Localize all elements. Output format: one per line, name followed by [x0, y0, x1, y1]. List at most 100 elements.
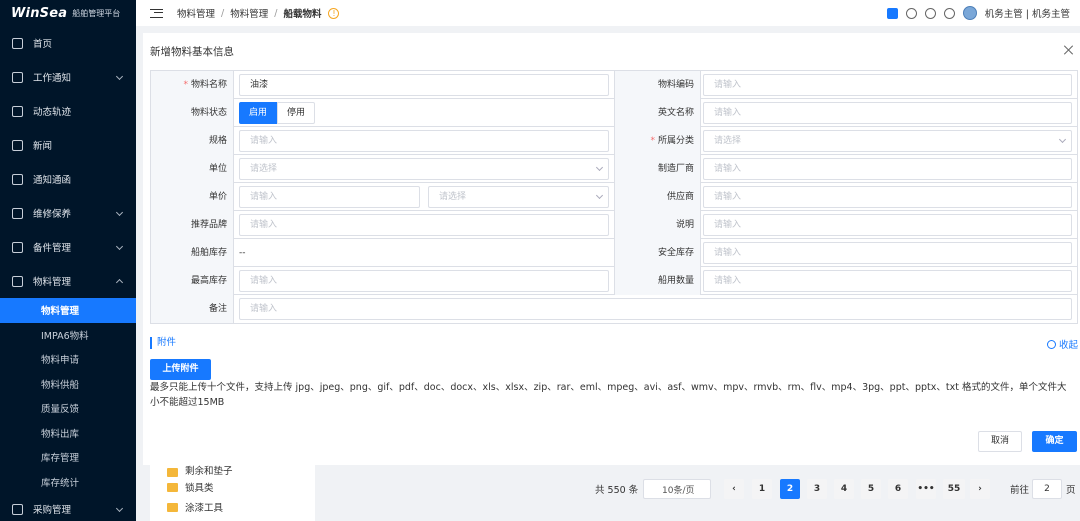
clock-icon[interactable] — [943, 7, 955, 19]
breadcrumb-item[interactable]: 物料管理 — [177, 6, 215, 20]
close-icon[interactable] — [1063, 45, 1073, 55]
user-name[interactable]: 机务主管 | 机务主管 — [985, 6, 1070, 20]
spec-input[interactable]: 请输入 — [239, 130, 609, 152]
tree-item[interactable]: 涂漆工具 — [150, 497, 315, 517]
sidebar-subitem[interactable]: 质量反馈 — [0, 396, 136, 421]
tree-item-label: 锁具类 — [185, 483, 214, 494]
news-icon — [12, 139, 23, 151]
page-button[interactable]: 4 — [834, 479, 854, 499]
supplier-input[interactable]: 请输入 — [703, 186, 1072, 208]
category-tree: 剩余和垫子 锁具类 涂漆工具 — [150, 465, 315, 521]
sidebar-subitem[interactable]: 库存管理 — [0, 445, 136, 470]
page-button[interactable]: 1 — [752, 479, 772, 499]
confirm-button[interactable]: 确定 — [1032, 431, 1077, 452]
page-size-value: 10条/页 — [662, 485, 695, 496]
manufacturer-input[interactable]: 请输入 — [703, 158, 1072, 180]
language-icon[interactable] — [924, 7, 936, 19]
english-name-input[interactable]: 请输入 — [703, 102, 1072, 124]
page-button[interactable]: 3 — [807, 479, 827, 499]
sidebar-item[interactable]: 维修保养 — [0, 196, 136, 230]
sidebar-subitem[interactable]: 物料出库 — [0, 421, 136, 446]
ship-qty-input[interactable]: 请输入 — [703, 270, 1072, 292]
chevron-down-icon — [115, 242, 124, 251]
safety-stock-label: 安全库存 — [614, 239, 701, 267]
upload-hint: 最多只能上传十个文件，支持上传 jpg、jpeg、png、gif、pdf、doc… — [150, 382, 1067, 408]
sidebar-item[interactable]: 物料管理 — [0, 264, 136, 298]
price-label: 单价 — [151, 183, 234, 211]
brand-input[interactable]: 请输入 — [239, 214, 609, 236]
price-input[interactable]: 请输入 — [239, 186, 420, 208]
max-stock-input[interactable]: 请输入 — [239, 270, 609, 292]
sidebar-item[interactable]: 备件管理 — [0, 230, 136, 264]
tree-item-label: 涂漆工具 — [185, 503, 224, 514]
folder-icon — [167, 502, 178, 512]
sidebar-subitem[interactable]: 物料申请 — [0, 347, 136, 372]
en-name-label: 英文名称 — [614, 99, 701, 127]
collapse-label: 收起 — [1059, 340, 1079, 351]
compass-icon[interactable] — [905, 7, 917, 19]
layers-icon — [12, 275, 23, 287]
manufacturer-label: 制造厂商 — [614, 155, 701, 183]
sidebar-item-label: 备件管理 — [33, 243, 72, 254]
goto-label: 前往 — [1010, 485, 1030, 496]
page-button[interactable]: 5 — [861, 479, 881, 499]
prev-page-button[interactable]: ‹ — [724, 479, 744, 499]
page-ellipsis[interactable]: ••• — [916, 479, 936, 499]
sidebar-item[interactable]: 新闻 — [0, 128, 136, 162]
code-label: 物料编码 — [614, 71, 701, 99]
material-form: * 物料名称 油漆 物料编码 请输入 物料状态 启用 停用 英文名称 请输入 规格… — [150, 70, 1078, 324]
upload-attachment-button[interactable]: 上传附件 — [150, 359, 211, 380]
status-disabled-button[interactable]: 停用 — [277, 102, 315, 124]
next-page-button[interactable]: › — [970, 479, 990, 499]
page-button[interactable]: 55 — [943, 479, 965, 499]
breadcrumb: 物料管理 / 物料管理 / 船载物料 ! — [177, 6, 340, 20]
cancel-button[interactable]: 取消 — [978, 431, 1022, 452]
sidebar-subitem[interactable]: IMPA6物料 — [0, 323, 136, 348]
material-code-input[interactable]: 请输入 — [703, 74, 1072, 96]
page-button-current[interactable]: 2 — [780, 479, 800, 499]
avatar[interactable] — [962, 6, 977, 20]
sidebar: WinSea 船舶管理平台 首页 工作通知 动态轨迹 新闻 通知通函 维修保养 备件管理 物料… — [0, 0, 136, 521]
track-icon — [12, 105, 23, 117]
page-size-select[interactable]: 10条/页 — [643, 479, 711, 499]
ship-stock-value: -- — [239, 248, 246, 258]
chevron-up-icon — [115, 278, 124, 287]
sidebar-item-label: 采购管理 — [33, 505, 72, 516]
unit-select[interactable]: 请选择 — [239, 158, 609, 180]
tree-item[interactable]: 剩余和垫子 — [150, 465, 315, 477]
sidebar-subitem[interactable]: 库存统计 — [0, 470, 136, 495]
info-icon[interactable]: ! — [328, 7, 340, 19]
sidebar-item-label: 首页 — [33, 39, 53, 50]
sidebar-item[interactable]: 首页 — [0, 26, 136, 60]
page-button[interactable]: 6 — [888, 479, 908, 499]
sidebar-subitem[interactable]: 物料供船 — [0, 372, 136, 397]
breadcrumb-item[interactable]: 物料管理 — [230, 6, 268, 20]
folder-icon — [167, 468, 178, 477]
category-select[interactable]: 请选择 — [703, 130, 1072, 152]
safety-stock-input[interactable]: 请输入 — [703, 242, 1072, 264]
remark-input[interactable]: 请输入 — [239, 298, 1072, 320]
sidebar-item[interactable]: 通知通函 — [0, 162, 136, 196]
attachment-section-title: 附件 — [150, 337, 176, 349]
menu-toggle-icon[interactable] — [150, 8, 163, 18]
pagination-total: 共 550 条 — [595, 485, 639, 496]
chevron-down-icon — [115, 504, 124, 513]
description-input[interactable]: 请输入 — [703, 214, 1072, 236]
top-bar: 物料管理 / 物料管理 / 船载物料 ! 机务主管 | 机务主管 — [136, 0, 1080, 26]
sidebar-item[interactable]: 动态轨迹 — [0, 94, 136, 128]
sidebar-subitem[interactable]: 物料管理 — [0, 298, 136, 323]
tree-item[interactable]: 锁具类 — [150, 477, 315, 497]
ship-stock-label: 船舶库存 — [151, 239, 234, 267]
mail-icon[interactable] — [886, 7, 898, 19]
status-enabled-button[interactable]: 启用 — [239, 102, 277, 124]
sidebar-item-label: 维修保养 — [33, 209, 72, 220]
currency-select[interactable]: 请选择 — [428, 186, 609, 208]
sidebar-item-purchase[interactable]: 采购管理 — [0, 497, 136, 521]
ship-qty-label: 船用数量 — [614, 267, 701, 295]
home-icon — [12, 37, 23, 49]
message-icon — [12, 71, 23, 83]
sidebar-item[interactable]: 工作通知 — [0, 60, 136, 94]
material-name-input[interactable]: 油漆 — [239, 74, 609, 96]
collapse-toggle[interactable]: 收起 — [1047, 337, 1078, 351]
goto-page-input[interactable]: 2 — [1032, 479, 1062, 499]
